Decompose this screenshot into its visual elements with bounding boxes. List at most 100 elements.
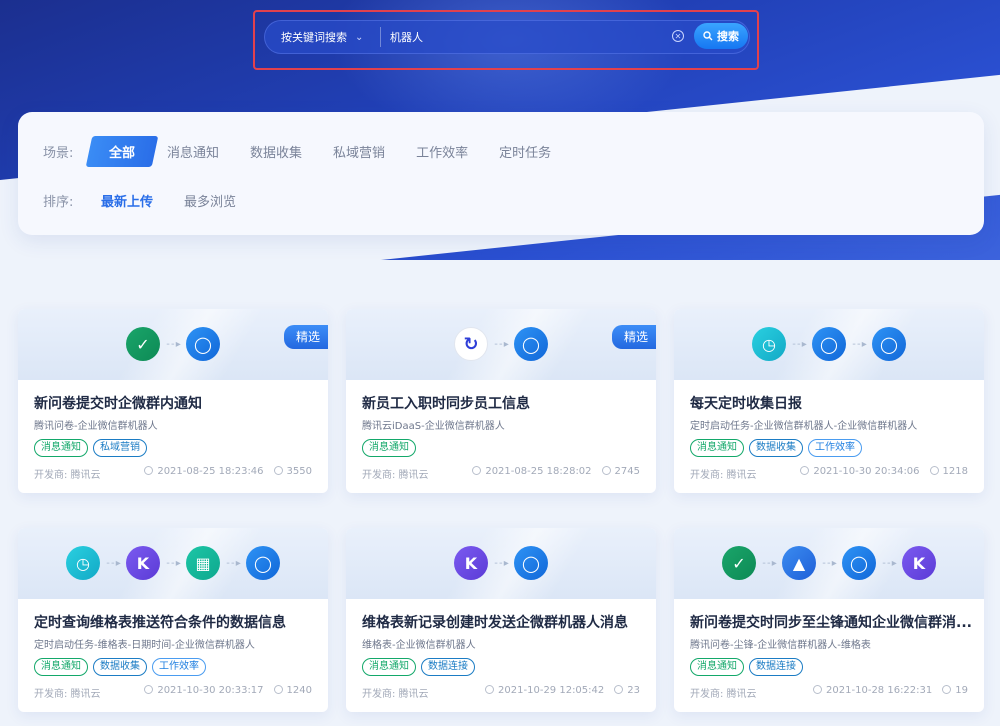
developer-label: 开发商: 腾讯云 xyxy=(690,689,757,700)
view-count: 1240 xyxy=(273,685,312,700)
idaas-icon: ↻ xyxy=(454,327,488,361)
template-card[interactable]: ↻ - - ▸ ◯ 精选 新员工入职时同步员工信息 腾讯云iDaaS-企业微信群机器… xyxy=(346,309,656,493)
wecom-bot-icon: ◯ xyxy=(842,546,876,580)
category-tag[interactable]: 工作效率 xyxy=(152,658,206,676)
category-tag[interactable]: 消息通知 xyxy=(362,658,416,676)
check-icon: ✓ xyxy=(722,546,756,580)
upload-time-value: 2021-08-25 18:23:46 xyxy=(157,466,264,477)
view-count-value: 1240 xyxy=(286,685,312,696)
search-button[interactable]: 搜索 xyxy=(694,23,748,49)
clock-icon xyxy=(813,685,823,694)
upload-time-value: 2021-10-30 20:34:06 xyxy=(813,466,920,477)
search-input[interactable] xyxy=(390,27,660,47)
view-count-value: 1218 xyxy=(942,466,968,477)
arrow-right-icon: - - ▸ xyxy=(494,338,509,350)
category-tag[interactable]: 消息通知 xyxy=(34,658,88,676)
arrow-right-icon: - - ▸ xyxy=(106,557,121,569)
card-title[interactable]: 定时查询维格表推送符合条件的数据信息 xyxy=(34,612,319,632)
eye-icon xyxy=(942,685,952,694)
template-card[interactable]: ✓ - - ▸ ▲ - - ▸ ◯ - - ▸ K 新问卷提交时同步至尘锋通知企业微信群消.… xyxy=(674,528,984,712)
category-tag[interactable]: 消息通知 xyxy=(362,439,416,457)
eye-icon xyxy=(614,685,624,694)
eye-icon xyxy=(273,685,283,694)
sort-option-newest[interactable]: 最新上传 xyxy=(101,191,153,210)
sort-filter-row: 排序: 最新上传 最多浏览 xyxy=(43,191,267,210)
card-tags: 消息通知 xyxy=(362,439,416,457)
template-card[interactable]: K - - ▸ ◯ 维格表新记录创建时发送企微群机器人消息 维格表-企业微信群机器人… xyxy=(346,528,656,712)
card-title[interactable]: 维格表新记录创建时发送企微群机器人消息 xyxy=(362,612,647,632)
upload-time: 2021-10-30 20:33:17 xyxy=(144,685,264,700)
category-tag[interactable]: 工作效率 xyxy=(808,439,862,457)
category-tag[interactable]: 数据收集 xyxy=(749,439,803,457)
view-count: 23 xyxy=(614,685,640,700)
integration-flow: ↻ - - ▸ ◯ xyxy=(346,327,656,361)
check-icon: ✓ xyxy=(126,327,160,361)
card-banner: K - - ▸ ◯ xyxy=(346,528,656,599)
scene-option-collect[interactable]: 数据收集 xyxy=(250,142,302,161)
card-subtitle: 腾讯云iDaaS-企业微信群机器人 xyxy=(362,421,505,432)
view-count: 19 xyxy=(942,685,968,700)
integration-flow: K - - ▸ ◯ xyxy=(346,546,656,580)
clear-icon[interactable]: ✕ xyxy=(672,30,684,42)
alarm-clock-icon: ◷ xyxy=(66,546,100,580)
card-subtitle: 腾讯问卷-尘锋-企业微信群机器人-维格表 xyxy=(690,640,871,651)
scene-option-marketing[interactable]: 私域营销 xyxy=(333,142,385,161)
template-card[interactable]: ◷ - - ▸ K - - ▸ ▦ - - ▸ ◯ 定时查询维格表推送符合条件的数据信息 定… xyxy=(18,528,328,712)
upload-time: 2021-10-30 20:34:06 xyxy=(800,466,920,481)
category-tag[interactable]: 消息通知 xyxy=(690,439,744,457)
chevron-down-icon: ⌄ xyxy=(355,32,364,43)
category-tag[interactable]: 数据连接 xyxy=(749,658,803,676)
scene-option-notify[interactable]: 消息通知 xyxy=(167,142,219,161)
card-title[interactable]: 新问卷提交时企微群内通知 xyxy=(34,393,319,413)
view-count-value: 23 xyxy=(627,685,640,696)
category-tag[interactable]: 私域营销 xyxy=(93,439,147,457)
wecom-bot-icon: ◯ xyxy=(514,546,548,580)
wecom-bot-icon: ◯ xyxy=(812,327,846,361)
arrow-right-icon: - - ▸ xyxy=(852,338,867,350)
card-title[interactable]: 每天定时收集日报 xyxy=(690,393,975,413)
view-count: 1218 xyxy=(929,466,968,481)
featured-badge: 精选 xyxy=(611,325,656,349)
view-count-value: 3550 xyxy=(286,466,312,477)
card-meta: 开发商: 腾讯云 2021-08-25 18:28:02 2745 xyxy=(362,466,640,481)
card-title[interactable]: 新问卷提交时同步至尘锋通知企业微信群消... xyxy=(690,612,975,632)
upload-time-value: 2021-10-28 16:22:31 xyxy=(826,685,933,696)
search-icon xyxy=(703,31,713,41)
template-card[interactable]: ✓ - - ▸ ◯ 精选 新问卷提交时企微群内通知 腾讯问卷-企业微信群机器人 消息… xyxy=(18,309,328,493)
card-meta: 开发商: 腾讯云 2021-10-30 20:34:06 1218 xyxy=(690,466,968,481)
search-button-label: 搜索 xyxy=(717,30,739,43)
wecom-bot-icon: ◯ xyxy=(514,327,548,361)
calendar-icon: ▦ xyxy=(186,546,220,580)
scene-option-all[interactable]: 全部 xyxy=(85,136,159,167)
card-subtitle: 定时启动任务-企业微信群机器人-企业微信群机器人 xyxy=(690,421,918,432)
category-tag[interactable]: 消息通知 xyxy=(34,439,88,457)
card-title[interactable]: 新员工入职时同步员工信息 xyxy=(362,393,647,413)
view-count: 2745 xyxy=(601,466,640,481)
scene-option-efficiency[interactable]: 工作效率 xyxy=(416,142,468,161)
view-count-value: 19 xyxy=(955,685,968,696)
category-tag[interactable]: 消息通知 xyxy=(690,658,744,676)
template-card[interactable]: ◷ - - ▸ ◯ - - ▸ ◯ 每天定时收集日报 定时启动任务-企业微信群机器人-企… xyxy=(674,309,984,493)
card-subtitle: 维格表-企业微信群机器人 xyxy=(362,640,476,651)
category-tag[interactable]: 数据连接 xyxy=(421,658,475,676)
card-banner: ↻ - - ▸ ◯ 精选 xyxy=(346,309,656,380)
card-meta: 开发商: 腾讯云 2021-08-25 18:23:46 3550 xyxy=(34,466,312,481)
search-type-dropdown[interactable]: 按关键词搜索 ⌄ xyxy=(281,29,371,47)
sort-option-most-viewed[interactable]: 最多浏览 xyxy=(184,191,236,210)
eye-icon xyxy=(273,466,283,475)
upload-time-value: 2021-10-30 20:33:17 xyxy=(157,685,264,696)
card-meta: 开发商: 腾讯云 2021-10-29 12:05:42 23 xyxy=(362,685,640,700)
arrow-right-icon: - - ▸ xyxy=(166,557,181,569)
eye-icon xyxy=(929,466,939,475)
card-meta: 开发商: 腾讯云 2021-10-28 16:22:31 19 xyxy=(690,685,968,700)
card-tags: 消息通知 数据收集 工作效率 xyxy=(690,439,862,457)
upload-time: 2021-08-25 18:23:46 xyxy=(144,466,264,481)
chenfeng-icon: ▲ xyxy=(782,546,816,580)
clock-icon xyxy=(800,466,810,475)
clock-icon xyxy=(485,685,495,694)
scene-option-scheduled[interactable]: 定时任务 xyxy=(499,142,551,161)
upload-time-value: 2021-10-29 12:05:42 xyxy=(498,685,605,696)
category-tag[interactable]: 数据收集 xyxy=(93,658,147,676)
integration-flow: ✓ - - ▸ ◯ xyxy=(18,327,328,361)
upload-time-value: 2021-08-25 18:28:02 xyxy=(485,466,592,477)
